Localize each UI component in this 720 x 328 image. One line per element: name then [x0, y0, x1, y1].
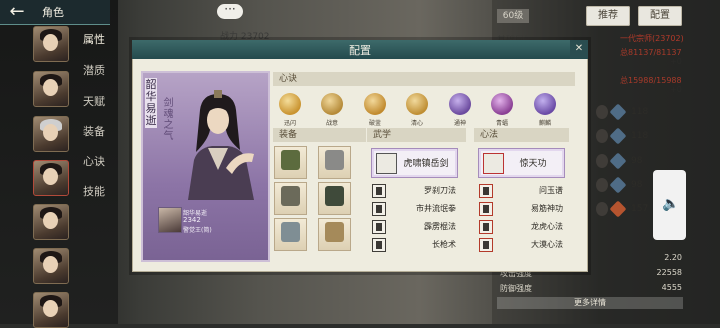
attribute-highlight: 一代宗师(23702) [620, 34, 684, 43]
close-icon: ✕ [574, 43, 584, 54]
martial-move-label[interactable]: 罗刹刀法 [388, 185, 456, 196]
gear-stat-row: 98 [596, 176, 656, 194]
martial-move-icon[interactable] [372, 220, 386, 234]
martial-move-icon[interactable] [372, 238, 386, 252]
equipment-slot[interactable] [318, 182, 351, 215]
inner-art-move-icon[interactable] [479, 220, 493, 234]
stat-plus: +0 [670, 85, 682, 94]
sidebar-item-equipment[interactable]: 装备 [83, 123, 105, 139]
character-avatar[interactable] [33, 292, 69, 328]
character-portrait-image [188, 90, 254, 200]
main-martial-art-label: 虎啸镇岳剑 [403, 159, 449, 169]
character-avatar[interactable] [33, 116, 69, 152]
inner-art-icon [483, 153, 504, 174]
character-avatar[interactable] [33, 248, 69, 284]
skill-icon-pofu[interactable] [364, 93, 386, 115]
character-power: 2342 [183, 216, 201, 224]
gear-value: 98 [631, 180, 643, 190]
equipment-slot[interactable] [318, 218, 351, 251]
dialog-title: 配置 [349, 44, 371, 57]
inner-art-move-label[interactable]: 易筋神功 [495, 203, 563, 214]
stat-plus: +0 [670, 57, 682, 66]
chat-bubble[interactable]: ··· [217, 3, 243, 19]
back-arrow-icon: ← [9, 1, 25, 22]
character-mini-avatar [158, 207, 182, 233]
skill-icon-zhanyi[interactable] [321, 93, 343, 115]
main-martial-art[interactable]: 虎啸镇岳剑 [371, 148, 458, 178]
gear-value: 118 [631, 107, 649, 117]
sidebar-item-heart-secret[interactable]: 心诀 [83, 153, 105, 169]
equipment-slot[interactable] [274, 146, 307, 179]
page-title: 角色 [42, 6, 64, 19]
portrait-title: 韶华易逝 [145, 78, 157, 128]
gear-value: 118 [631, 131, 649, 141]
character-avatar[interactable] [33, 204, 69, 240]
character-avatar[interactable] [33, 160, 69, 196]
skill-label: 迅闪 [283, 120, 296, 127]
sidebar-item-talent[interactable]: 天赋 [83, 93, 105, 109]
inner-art-move-icon[interactable] [479, 238, 493, 252]
martial-move-label[interactable]: 市井流氓拳 [388, 203, 456, 214]
level-badge: 60级 [497, 9, 529, 23]
gear-value: 157 [631, 204, 649, 214]
skill-label: 战意 [325, 120, 338, 127]
config-button[interactable]: 配置 [638, 6, 682, 26]
equipment-slot[interactable] [274, 218, 307, 251]
stat-value: 2.20 [664, 253, 682, 262]
skill-label: 麒麟 [538, 120, 551, 127]
skill-icon-qilin[interactable] [534, 93, 556, 115]
skill-label: 破釜 [368, 120, 381, 127]
sword-skill-icon [376, 153, 397, 174]
martial-move-icon[interactable] [372, 184, 386, 198]
skill-icon-tongshen[interactable] [449, 93, 471, 115]
martial-move-label[interactable]: 长枪术 [388, 239, 456, 250]
skill-label: 通神 [453, 120, 466, 127]
character-avatar[interactable] [33, 26, 69, 62]
skill-label: 清心 [410, 120, 423, 127]
main-inner-art[interactable]: 惊天功 [478, 148, 565, 178]
sidebar-item-attributes[interactable]: 属性 [83, 31, 105, 47]
skill-icon-xunshan[interactable] [279, 93, 301, 115]
sidebar-item-skills[interactable]: 技能 [83, 183, 105, 199]
inner-art-move-label[interactable]: 大漠心法 [495, 239, 563, 250]
xinjue-section-header: 心诀 [273, 72, 575, 86]
dialog-close-button[interactable]: ✕ [570, 40, 588, 58]
gear-stat-row: 98 [596, 152, 656, 170]
martial-move-icon[interactable] [372, 202, 386, 216]
equipment-slot[interactable] [318, 146, 351, 179]
inner-art-move-label[interactable]: 龙虎心法 [495, 221, 563, 232]
skill-icon-qingxin[interactable] [406, 93, 428, 115]
stat-value: 4555 [661, 283, 682, 292]
sidebar-item-potential[interactable]: 潜质 [83, 62, 105, 78]
back-button[interactable]: ← [4, 2, 30, 22]
skill-icon-qingfu[interactable] [491, 93, 513, 115]
speaker-icon[interactable]: 🔈 [662, 196, 679, 212]
skill-label: 青蝠 [495, 120, 508, 127]
stat-value: 22558 [656, 268, 682, 277]
martial-move-label[interactable]: 霹雳棍法 [388, 221, 456, 232]
inner-art-move-icon[interactable] [479, 184, 493, 198]
recommend-button[interactable]: 推荐 [586, 6, 630, 26]
character-rank: 警觉王(简) [183, 227, 212, 234]
inner-art-move-label[interactable]: 问玉谱 [495, 185, 563, 196]
gear-value: 98 [631, 156, 643, 166]
equipment-section-header: 装备 [273, 128, 366, 142]
stat-label: 防御强度 [500, 284, 532, 293]
equipment-slot[interactable] [274, 182, 307, 215]
gear-stat-row: 118 [596, 103, 656, 121]
martial-arts-section-header: 武学 [367, 128, 466, 142]
inner-art-section-header: 心法 [474, 128, 569, 142]
main-inner-art-label: 惊天功 [519, 159, 547, 169]
character-avatar[interactable] [33, 71, 69, 107]
inner-art-move-icon[interactable] [479, 202, 493, 216]
more-details-button[interactable]: 更多详情 [497, 297, 683, 309]
gear-stat-row: 118 [596, 127, 656, 145]
gear-stat-row: 157 [596, 200, 656, 218]
